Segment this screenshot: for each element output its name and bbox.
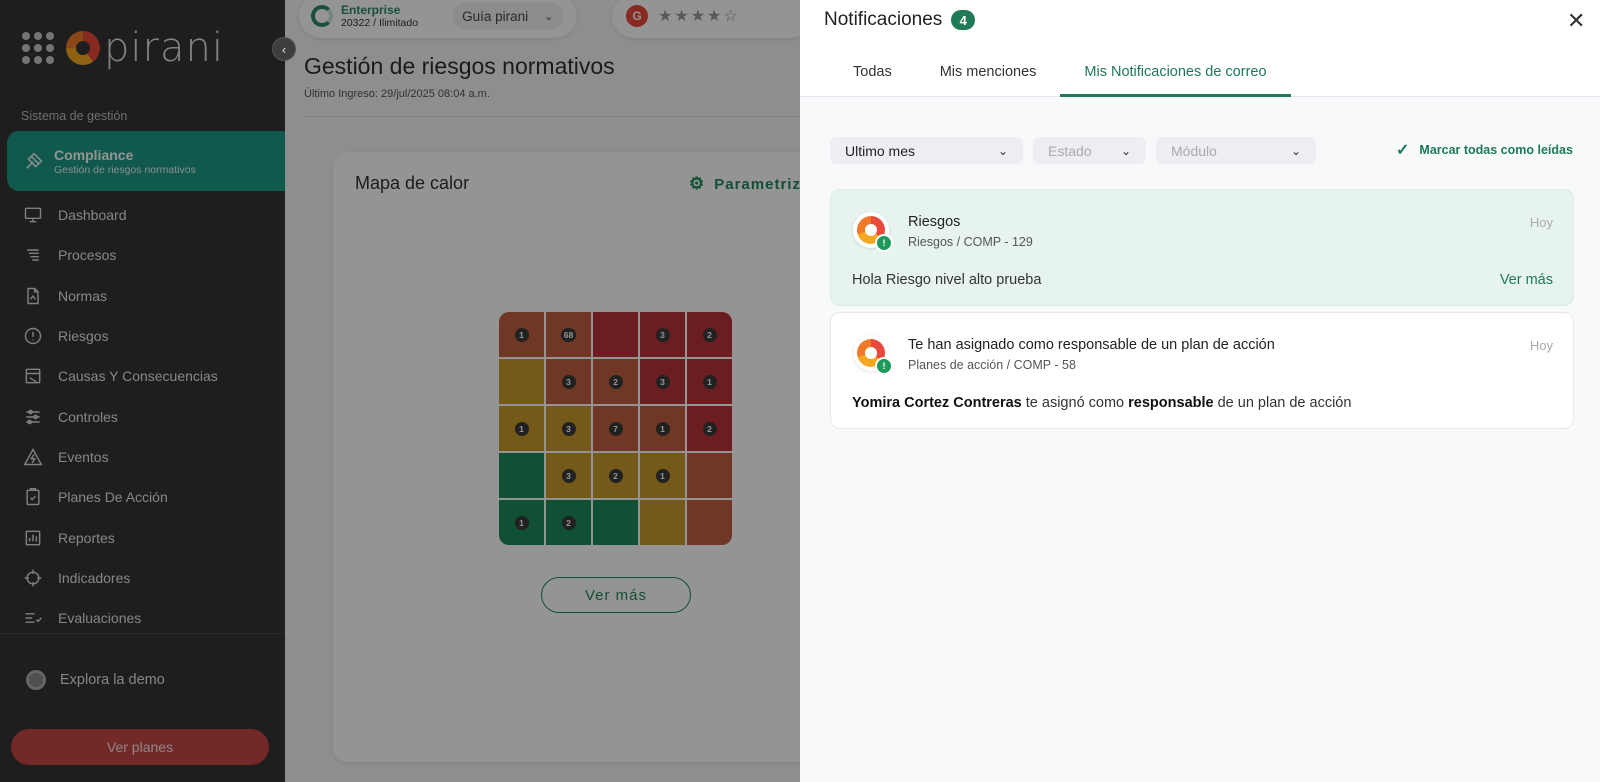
info-icon: ! bbox=[875, 357, 893, 375]
notification-body: Hola Riesgo nivel alto prueba bbox=[852, 272, 1042, 288]
notification-title: Te han asignado como responsable de un p… bbox=[908, 337, 1275, 353]
notifications-header: Notificaciones 4 ✕ Todas Mis menciones Mis… bbox=[800, 0, 1600, 97]
check-icon: ✓ bbox=[1396, 142, 1410, 159]
period-select-value: Ultimo mes bbox=[845, 142, 916, 159]
notification-body-end: de un plan de acción bbox=[1213, 395, 1352, 411]
info-icon: ! bbox=[875, 234, 893, 252]
notification-item[interactable]: ! Riesgos Riesgos / COMP - 129 Hoy Hola … bbox=[830, 189, 1574, 306]
chevron-down-icon: ⌄ bbox=[1290, 143, 1301, 158]
chevron-down-icon: ⌄ bbox=[997, 143, 1008, 158]
tab-todas[interactable]: Todas bbox=[829, 52, 916, 97]
tab-mis-notificaciones-de-correo[interactable]: Mis Notificaciones de correo bbox=[1060, 52, 1291, 97]
notification-body: Yomira Cortez Contreras te asignó como r… bbox=[852, 395, 1351, 411]
notification-time: Hoy bbox=[1529, 338, 1553, 353]
notifications-title: Notificaciones bbox=[824, 9, 943, 30]
collapse-sidebar-chevron-icon[interactable]: ‹ bbox=[272, 37, 296, 61]
mark-all-read-label: Marcar todas como leídas bbox=[1419, 143, 1573, 157]
module-select-placeholder: Módulo bbox=[1171, 142, 1217, 159]
module-select[interactable]: Módulo ⌄ bbox=[1156, 137, 1316, 164]
notifications-tabs: Todas Mis menciones Mis Notificaciones de … bbox=[829, 52, 1291, 97]
status-select-placeholder: Estado bbox=[1048, 142, 1092, 159]
tab-mis-menciones[interactable]: Mis menciones bbox=[916, 52, 1061, 97]
notification-time: Hoy bbox=[1529, 215, 1553, 230]
notification-body-mid: te asignó como bbox=[1021, 395, 1129, 411]
chevron-down-icon: ⌄ bbox=[1120, 143, 1131, 158]
notification-avatar: ! bbox=[853, 335, 893, 375]
notifications-filters: Ultimo mes ⌄ Estado ⌄ Módulo ⌄ bbox=[830, 137, 1316, 164]
notification-item[interactable]: ! Te han asignado como responsable de un… bbox=[830, 312, 1574, 429]
notification-subtitle: Planes de acción / COMP - 58 bbox=[908, 358, 1076, 372]
close-icon[interactable]: ✕ bbox=[1567, 8, 1585, 34]
notifications-panel: Notificaciones 4 ✕ Todas Mis menciones Mis… bbox=[800, 0, 1600, 782]
notification-avatar: ! bbox=[853, 212, 893, 252]
mark-all-read-button[interactable]: ✓ Marcar todas como leídas bbox=[1396, 140, 1573, 160]
status-select[interactable]: Estado ⌄ bbox=[1033, 137, 1146, 164]
notification-see-more-link[interactable]: Ver más bbox=[1500, 272, 1553, 288]
period-select[interactable]: Ultimo mes ⌄ bbox=[830, 137, 1023, 164]
notification-subtitle: Riesgos / COMP - 129 bbox=[908, 235, 1033, 249]
notification-user: Yomira Cortez Contreras bbox=[852, 395, 1022, 411]
notification-title: Riesgos bbox=[908, 214, 961, 230]
notifications-title-row: Notificaciones 4 bbox=[824, 9, 976, 31]
notification-role: responsable bbox=[1128, 395, 1214, 411]
notifications-count-badge: 4 bbox=[951, 10, 976, 30]
